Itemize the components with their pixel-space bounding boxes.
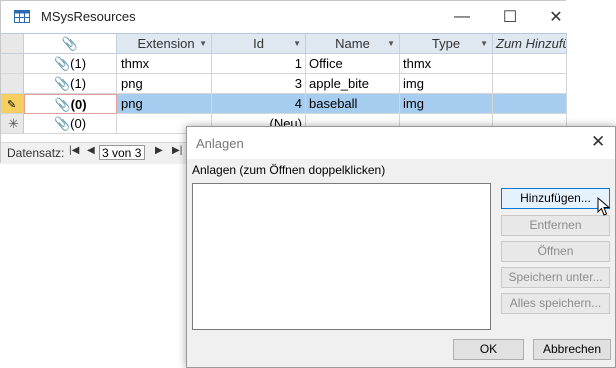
window-titlebar[interactable]: MSysResources — ☐ ✕ bbox=[1, 1, 567, 32]
paperclip-icon: 📎 bbox=[54, 97, 71, 112]
paperclip-icon: 📎 bbox=[53, 56, 71, 71]
attachment-cell[interactable]: 📎(1) bbox=[24, 54, 117, 74]
open-button[interactable]: Öffnen bbox=[501, 241, 610, 262]
row-selector[interactable] bbox=[1, 54, 24, 74]
save-all-button[interactable]: Alles speichern... bbox=[501, 293, 610, 314]
row-selector[interactable] bbox=[1, 74, 24, 94]
pencil-icon: ✎ bbox=[7, 99, 17, 111]
row-selector[interactable]: ✳ bbox=[1, 114, 24, 134]
paperclip-icon: 📎 bbox=[61, 36, 79, 51]
paperclip-icon: 📎 bbox=[53, 116, 71, 131]
type-cell[interactable]: img bbox=[400, 94, 493, 114]
attachment-cell[interactable]: 📎(0) bbox=[24, 94, 117, 114]
mouse-pointer-icon bbox=[597, 197, 611, 216]
last-record-button[interactable]: ▶| bbox=[172, 145, 182, 156]
window-title: MSysResources bbox=[41, 9, 136, 24]
attachment-cell[interactable]: 📎(0) bbox=[24, 114, 117, 134]
add-field-cell[interactable] bbox=[493, 54, 567, 74]
name-cell[interactable]: baseball bbox=[306, 94, 400, 114]
extension-cell[interactable]: png bbox=[117, 74, 212, 94]
type-cell[interactable]: img bbox=[400, 74, 493, 94]
ok-button[interactable]: OK bbox=[453, 339, 524, 360]
dropdown-arrow-icon[interactable]: ▼ bbox=[480, 34, 488, 53]
attachments-list[interactable] bbox=[192, 183, 491, 330]
record-position-field[interactable]: 3 von 3 bbox=[99, 145, 145, 160]
paperclip-icon: 📎 bbox=[53, 76, 71, 91]
add-field-cell[interactable] bbox=[493, 94, 567, 114]
next-record-button[interactable]: ▶ bbox=[155, 145, 163, 156]
dropdown-arrow-icon[interactable]: ▼ bbox=[387, 34, 395, 53]
attachment-cell[interactable]: 📎(1) bbox=[24, 74, 117, 94]
column-header-type[interactable]: Type ▼ bbox=[400, 34, 493, 54]
dropdown-arrow-icon[interactable]: ▼ bbox=[199, 34, 207, 53]
type-cell[interactable]: thmx bbox=[400, 54, 493, 74]
cancel-button[interactable]: Abbrechen bbox=[533, 339, 611, 360]
table-icon bbox=[14, 10, 30, 23]
remove-button[interactable]: Entfernen bbox=[501, 215, 610, 236]
id-cell[interactable]: 3 bbox=[212, 74, 306, 94]
column-header-name[interactable]: Name ▼ bbox=[306, 34, 400, 54]
maximize-icon: ☐ bbox=[502, 8, 518, 26]
save-as-button[interactable]: Speichern unter... bbox=[501, 267, 610, 288]
select-all-corner[interactable] bbox=[1, 34, 24, 54]
attachments-list-label: Anlagen (zum Öffnen doppelklicken) bbox=[192, 163, 386, 177]
column-header-id[interactable]: Id ▼ bbox=[212, 34, 306, 54]
id-cell[interactable]: 4 bbox=[212, 94, 306, 114]
minimize-button[interactable]: — bbox=[439, 1, 485, 32]
dialog-close-button[interactable]: ✕ bbox=[591, 132, 605, 152]
extension-cell[interactable]: png bbox=[117, 94, 212, 114]
previous-record-button[interactable]: ◀ bbox=[87, 145, 95, 156]
table-row[interactable]: 📎(1) png 3 apple_bite img bbox=[1, 74, 567, 94]
close-button[interactable]: ✕ bbox=[533, 1, 579, 32]
table-row[interactable]: 📎(1) thmx 1 Office thmx bbox=[1, 54, 567, 74]
column-header-extension[interactable]: Extension ▼ bbox=[117, 34, 212, 54]
dialog-title: Anlagen bbox=[196, 136, 244, 151]
add-button[interactable]: Hinzufügen... bbox=[501, 188, 610, 209]
name-cell[interactable]: apple_bite bbox=[306, 74, 400, 94]
close-icon: ✕ bbox=[549, 8, 563, 26]
minimize-icon: — bbox=[454, 7, 470, 25]
extension-cell[interactable]: thmx bbox=[117, 54, 212, 74]
maximize-button[interactable]: ☐ bbox=[487, 1, 533, 32]
id-cell[interactable]: 1 bbox=[212, 54, 306, 74]
dropdown-arrow-icon[interactable]: ▼ bbox=[293, 34, 301, 53]
record-label: Datensatz: bbox=[7, 146, 65, 160]
table-row-selected[interactable]: ✎ 📎(0) png 4 baseball img bbox=[1, 94, 567, 114]
column-header-attachments[interactable]: 📎 bbox=[24, 34, 117, 54]
datasheet-grid: 📎 Extension▼ Id▼ Name▼ Type▼ Zum Hinzufü… bbox=[1, 33, 567, 134]
row-selector[interactable]: ✎ bbox=[1, 94, 24, 114]
name-cell[interactable]: Office bbox=[306, 54, 400, 74]
first-record-button[interactable]: |◀ bbox=[69, 145, 79, 156]
asterisk-icon: ✳ bbox=[8, 116, 19, 131]
dialog-titlebar[interactable]: Anlagen ✕ bbox=[187, 127, 615, 159]
close-icon: ✕ bbox=[591, 132, 606, 151]
attachments-dialog: Anlagen ✕ Anlagen (zum Öffnen doppelklic… bbox=[186, 126, 616, 368]
add-field-cell[interactable] bbox=[493, 74, 567, 94]
header-row: 📎 Extension▼ Id▼ Name▼ Type▼ Zum Hinzufü… bbox=[1, 34, 567, 54]
column-header-add-new[interactable]: Zum Hinzufüg bbox=[493, 34, 567, 54]
